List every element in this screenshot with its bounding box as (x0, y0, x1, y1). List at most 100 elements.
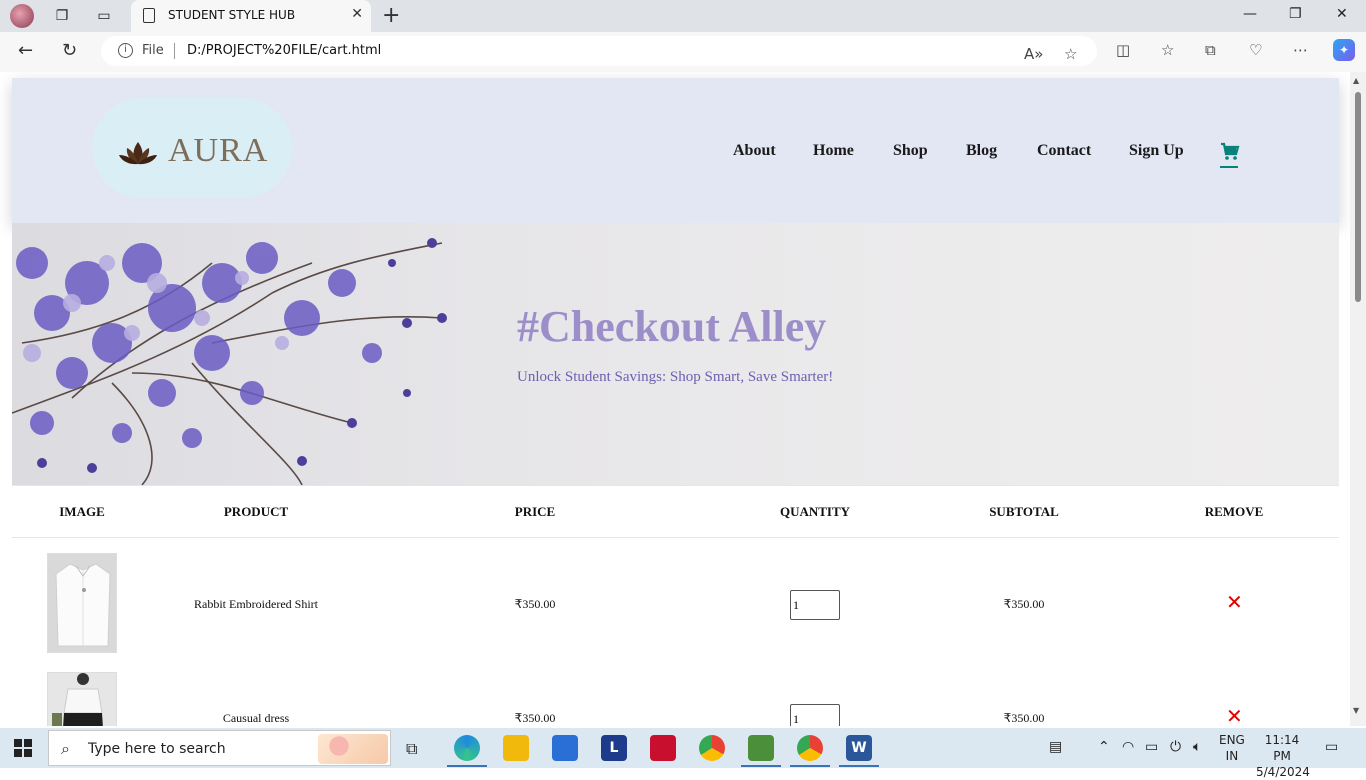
url-divider (174, 43, 175, 59)
close-tab-icon[interactable]: ✕ (351, 6, 363, 22)
collections-icon[interactable]: ⧉ (1205, 41, 1216, 59)
product-name: Rabbit Embroidered Shirt (194, 597, 318, 611)
active-app-indicator (447, 765, 487, 767)
scroll-up-icon[interactable]: ▲ (1353, 76, 1359, 85)
logo-text: AURA (168, 132, 269, 169)
mcafee-icon[interactable] (650, 735, 676, 761)
remove-item-icon[interactable]: ✕ (1226, 704, 1243, 726)
minimize-icon[interactable]: — (1243, 6, 1257, 22)
search-icon: ⌕ (61, 739, 70, 758)
edge-app-icon[interactable] (454, 735, 480, 761)
site-header: AURA About Home Shop Blog Contact Sign U… (12, 78, 1339, 223)
close-window-icon[interactable]: ✕ (1336, 6, 1348, 22)
nav-sign-up[interactable]: Sign Up (1129, 142, 1184, 160)
product-subtotal: ₹350.00 (1003, 597, 1045, 611)
search-highlight-image (318, 734, 388, 764)
scroll-thumb[interactable] (1355, 92, 1361, 302)
lavender-flowers-image (12, 238, 447, 485)
volume-icon[interactable]: 🔈︎ (1193, 739, 1201, 755)
info-icon[interactable]: i (118, 43, 133, 58)
clock-date: 5/4/2024 (1256, 765, 1310, 779)
clock-time: 11:14 PM (1264, 733, 1300, 763)
quantity-input[interactable] (790, 590, 840, 620)
back-icon[interactable]: ← (18, 40, 33, 61)
read-aloud-icon[interactable]: A» (1024, 45, 1043, 63)
profile-avatar[interactable] (10, 4, 34, 28)
nav-contact[interactable]: Contact (1037, 142, 1091, 160)
browser-titlebar: ❐ ▭ STUDENT STYLE HUB ✕ + — ❐ ✕ (0, 0, 1366, 32)
scroll-down-icon[interactable]: ▼ (1353, 706, 1359, 715)
product-price: ₹350.00 (514, 711, 556, 725)
vertical-tabs-icon[interactable]: ▭ (93, 5, 115, 27)
tab-title: STUDENT STYLE HUB (168, 8, 296, 22)
input-language[interactable]: ENG IN (1219, 732, 1245, 764)
product-price: ₹350.00 (514, 597, 556, 611)
header-price: PRICE (514, 504, 556, 519)
browser-tab[interactable]: STUDENT STYLE HUB ✕ (131, 0, 371, 32)
microsoft-store-icon[interactable] (552, 735, 578, 761)
workspaces-icon[interactable]: ❐ (51, 5, 73, 27)
l-app-icon[interactable]: L (601, 735, 627, 761)
windows-taskbar: ⌕ Type here to search ⧉ L W ▤ ⌃ ◠ ▭ ⏻ 🔈︎… (0, 728, 1366, 779)
nav-shop[interactable]: Shop (893, 142, 928, 160)
nav-blog[interactable]: Blog (966, 142, 997, 160)
cart-table-header: IMAGE PRODUCT PRICE QUANTITY SUBTOTAL RE… (12, 485, 1339, 538)
new-tab-icon[interactable]: + (382, 3, 400, 28)
restore-icon[interactable]: ❐ (1289, 6, 1302, 22)
page-icon (143, 8, 155, 23)
table-row: Causual dress ₹350.00 ₹350.00 ✕ (12, 657, 1339, 726)
taskbar-search[interactable]: ⌕ Type here to search (48, 730, 391, 766)
quantity-input[interactable] (790, 704, 840, 726)
page-banner: #Checkout Alley Unlock Student Savings: … (12, 223, 1339, 485)
product-name: Causual dress (222, 711, 290, 725)
active-nav-underline (1220, 166, 1238, 168)
header-quantity: QUANTITY (779, 504, 851, 519)
windows-start-icon[interactable] (14, 739, 32, 757)
notifications-icon[interactable]: ▭ (1325, 739, 1338, 755)
split-screen-icon[interactable]: ◫ (1116, 41, 1130, 59)
remove-item-icon[interactable]: ✕ (1226, 590, 1243, 614)
system-clock[interactable]: 11:14 PM 5/4/2024 (1256, 732, 1310, 780)
power-plug-icon[interactable]: ⏻ (1170, 739, 1181, 755)
browser-toolbar: ← ↻ i File D:/PROJECT%20FILE/cart.html A… (0, 32, 1366, 72)
url-text[interactable]: D:/PROJECT%20FILE/cart.html (187, 43, 381, 58)
product-image-shirt[interactable] (47, 553, 117, 653)
header-remove: REMOVE (1204, 504, 1264, 519)
word-icon[interactable]: W (846, 735, 872, 761)
reload-icon[interactable]: ↻ (62, 40, 77, 61)
chrome-profile-icon[interactable] (797, 735, 823, 761)
spreadsheet-app-icon[interactable] (748, 735, 774, 761)
show-hidden-icons-icon[interactable]: ⌃ (1098, 739, 1110, 755)
active-app-indicator (741, 765, 781, 767)
lang-bottom: IN (1225, 749, 1239, 763)
active-app-indicator (790, 765, 830, 767)
active-app-indicator (839, 765, 879, 767)
url-scheme-label: File (142, 43, 164, 58)
chrome-icon[interactable] (699, 735, 725, 761)
banner-subtitle: Unlock Student Savings: Shop Smart, Save… (517, 369, 834, 385)
favorite-star-icon[interactable]: ☆ (1064, 45, 1077, 63)
more-menu-icon[interactable]: ⋯ (1293, 41, 1308, 59)
news-widget-icon[interactable]: ▤ (1049, 739, 1062, 755)
task-view-icon[interactable]: ⧉ (406, 739, 417, 759)
header-subtotal: SUBTOTAL (989, 504, 1059, 519)
table-row: Rabbit Embroidered Shirt ₹350.00 ₹350.00… (12, 538, 1339, 654)
nav-home[interactable]: Home (813, 142, 854, 160)
product-subtotal: ₹350.00 (1003, 711, 1045, 725)
page-scrollbar[interactable]: ▲ ▼ (1350, 72, 1366, 726)
taskbar-search-placeholder: Type here to search (88, 741, 226, 757)
copilot-icon[interactable]: ✦ (1333, 39, 1355, 61)
browser-essentials-icon[interactable]: ♡ (1249, 41, 1262, 59)
file-explorer-icon[interactable] (503, 735, 529, 761)
address-bar[interactable]: i File D:/PROJECT%20FILE/cart.html A» ☆ (101, 36, 1097, 66)
header-image: IMAGE (59, 504, 105, 519)
lotus-logo-icon (119, 142, 157, 165)
battery-icon[interactable]: ▭ (1145, 739, 1158, 755)
banner-title: #Checkout Alley (517, 302, 827, 351)
favorites-icon[interactable]: ☆ (1161, 41, 1174, 59)
header-product: PRODUCT (223, 504, 289, 519)
cart-icon[interactable] (1220, 142, 1240, 162)
wifi-icon[interactable]: ◠ (1122, 739, 1134, 755)
nav-about[interactable]: About (733, 142, 776, 160)
product-image-dress[interactable] (47, 672, 117, 726)
